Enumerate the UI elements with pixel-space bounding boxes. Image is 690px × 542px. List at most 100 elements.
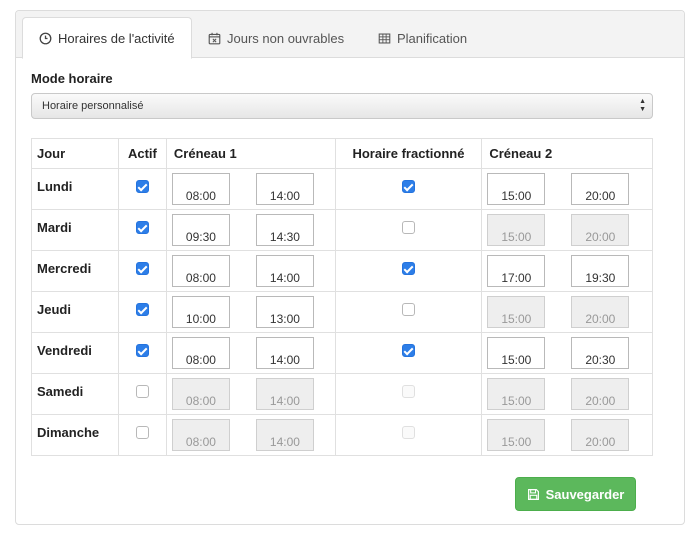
actif-checkbox[interactable]: [135, 180, 149, 193]
tab-planification[interactable]: Planification: [362, 17, 483, 59]
tab-bar: Horaires de l'activité Jours non ouvrabl…: [16, 11, 684, 59]
creneau-1-cell: 10:00 13:00: [165, 291, 336, 333]
creneau-1-cell: 09:30 14:30: [165, 209, 336, 251]
table-row: Mardi 09:30 14:30 15:00 20:00: [31, 209, 653, 251]
tab-label: Jours non ouvrables: [227, 30, 345, 46]
creneau-1-end-input[interactable]: 14:00: [255, 173, 314, 205]
fractionne-cell: [334, 250, 483, 292]
schedule-table: Jour Actif Créneau 1 Horaire fractionné …: [31, 138, 653, 456]
col-header-horaire-fractionne: Horaire fractionné: [334, 138, 483, 169]
creneau-1-end-input: 14:00: [255, 419, 314, 451]
actif-checkbox[interactable]: [135, 303, 149, 316]
creneau-1-end-input[interactable]: 14:30: [255, 214, 314, 246]
horaire-fractionne-checkbox[interactable]: [401, 262, 415, 275]
creneau-2-start-input[interactable]: 15:00: [487, 173, 546, 205]
actif-cell: [117, 414, 167, 456]
col-header-creneau-2: Créneau 2: [481, 138, 653, 169]
tab-horaires-activite[interactable]: Horaires de l'activité: [22, 17, 192, 59]
mode-horaire-select[interactable]: Horaire personnalisé ▲ ▼: [31, 93, 653, 119]
creneau-2-cell: 15:00 20:00: [481, 373, 653, 415]
actif-checkbox[interactable]: [135, 221, 149, 234]
day-label: Jeudi: [37, 302, 71, 317]
actif-cell: [117, 332, 167, 374]
day-label: Mercredi: [37, 261, 92, 276]
day-cell: Jeudi: [31, 291, 119, 333]
creneau-2-cell: 15:00 20:00: [481, 168, 653, 210]
creneau-1-start-input: 08:00: [171, 419, 230, 451]
day-label: Lundi: [37, 179, 73, 194]
actif-cell: [117, 168, 167, 210]
col-header-jour: Jour: [31, 138, 119, 169]
clock-icon: [39, 32, 52, 44]
day-cell: Dimanche: [31, 414, 119, 456]
fractionne-cell: [334, 168, 483, 210]
horaire-fractionne-checkbox[interactable]: [401, 344, 415, 357]
actif-checkbox[interactable]: [135, 344, 149, 357]
horaire-fractionne-checkbox: [401, 385, 415, 398]
creneau-2-end-input[interactable]: 20:00: [571, 173, 630, 205]
creneau-2-start-input[interactable]: 17:00: [487, 255, 546, 287]
table-row: Dimanche 08:00 14:00 15:00 20:00: [31, 414, 653, 456]
creneau-1-cell: 08:00 14:00: [165, 168, 336, 210]
table-icon: [378, 33, 391, 43]
save-button-label: Sauvegarder: [545, 486, 625, 502]
creneau-1-end-input[interactable]: 14:00: [255, 255, 314, 287]
floppy-disk-icon: [527, 488, 539, 500]
activity-hours-panel: Horaires de l'activité Jours non ouvrabl…: [15, 10, 685, 525]
creneau-1-cell: 08:00 14:00: [165, 373, 336, 415]
creneau-2-cell: 15:00 20:00: [481, 291, 653, 333]
creneau-2-start-input[interactable]: 15:00: [487, 337, 546, 369]
tab-label: Planification: [397, 30, 468, 46]
creneau-2-cell: 17:00 19:30: [481, 250, 653, 292]
creneau-1-start-input[interactable]: 08:00: [171, 173, 230, 205]
day-cell: Vendredi: [31, 332, 119, 374]
creneau-1-start-input[interactable]: 09:30: [171, 214, 230, 246]
col-header-creneau-1: Créneau 1: [165, 138, 336, 169]
select-arrows-icon: ▲ ▼: [639, 98, 646, 113]
actif-checkbox[interactable]: [135, 426, 149, 439]
day-cell: Lundi: [31, 168, 119, 210]
horaire-fractionne-checkbox: [401, 426, 415, 439]
creneau-2-end-input: 20:00: [571, 296, 630, 328]
creneau-1-cell: 08:00 14:00: [165, 414, 336, 456]
creneau-2-start-input: 15:00: [487, 296, 546, 328]
table-header-row: Jour Actif Créneau 1 Horaire fractionné …: [31, 138, 653, 169]
horaire-fractionne-checkbox[interactable]: [401, 303, 415, 316]
creneau-1-start-input[interactable]: 08:00: [171, 337, 230, 369]
creneau-1-start-input[interactable]: 08:00: [171, 255, 230, 287]
creneau-2-start-input: 15:00: [487, 419, 546, 451]
creneau-2-end-input[interactable]: 19:30: [571, 255, 630, 287]
actif-checkbox[interactable]: [135, 262, 149, 275]
day-label: Samedi: [37, 384, 84, 399]
actif-cell: [117, 373, 167, 415]
table-row: Samedi 08:00 14:00 15:00 20:00: [31, 373, 653, 415]
tab-jours-non-ouvrables[interactable]: Jours non ouvrables: [192, 17, 360, 59]
table-row: Jeudi 10:00 13:00 15:00 20:00: [31, 291, 653, 333]
actif-cell: [117, 250, 167, 292]
creneau-2-end-input: 20:00: [571, 419, 630, 451]
creneau-2-start-input: 15:00: [487, 214, 546, 246]
creneau-2-end-input: 20:00: [571, 214, 630, 246]
day-label: Vendredi: [37, 343, 92, 358]
horaire-fractionne-checkbox[interactable]: [401, 180, 415, 193]
creneau-1-start-input[interactable]: 10:00: [171, 296, 230, 328]
day-label: Mardi: [37, 220, 72, 235]
mode-horaire-selected: Horaire personnalisé: [42, 100, 144, 112]
actif-cell: [117, 209, 167, 251]
actif-checkbox[interactable]: [135, 385, 149, 398]
save-button[interactable]: Sauvegarder: [515, 477, 636, 511]
creneau-1-end-input[interactable]: 14:00: [255, 337, 314, 369]
tab-label: Horaires de l'activité: [58, 30, 175, 46]
creneau-2-end-input[interactable]: 20:30: [571, 337, 630, 369]
creneau-1-cell: 08:00 14:00: [165, 250, 336, 292]
creneau-2-start-input: 15:00: [487, 378, 546, 410]
creneau-2-cell: 15:00 20:00: [481, 414, 653, 456]
horaire-fractionne-checkbox[interactable]: [401, 221, 415, 234]
creneau-2-cell: 15:00 20:30: [481, 332, 653, 374]
fractionne-cell: [334, 291, 483, 333]
table-row: Mercredi 08:00 14:00 17:00 19:30: [31, 250, 653, 292]
fractionne-cell: [334, 209, 483, 251]
creneau-1-end-input[interactable]: 13:00: [255, 296, 314, 328]
col-header-actif: Actif: [117, 138, 167, 169]
fractionne-cell: [334, 332, 483, 374]
